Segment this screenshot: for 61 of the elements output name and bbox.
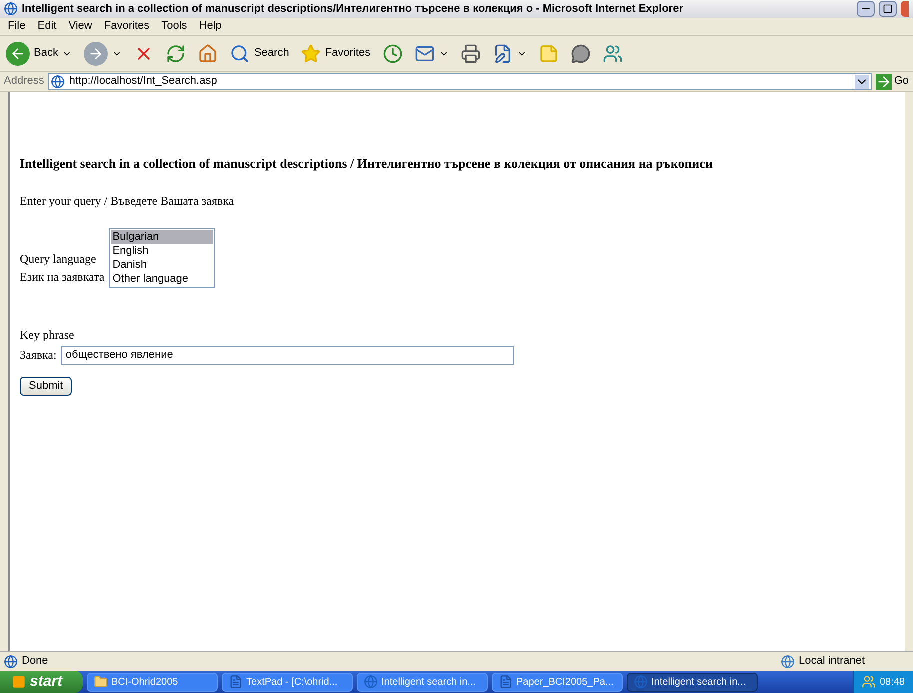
status-text: Done <box>22 654 50 670</box>
taskbar-button[interactable]: Paper_BCI2005_Pa... <box>492 672 623 692</box>
history-icon <box>382 44 403 64</box>
taskbar-button[interactable]: Intelligent search in... <box>626 672 758 692</box>
key-phrase-label: Key phrase <box>20 326 76 344</box>
language-option[interactable]: Bulgarian <box>110 230 213 244</box>
query-field[interactable]: обществено явление <box>60 346 514 364</box>
intro-text: Enter your query / Въведете Вашата заявка <box>20 192 236 210</box>
toolbar-button[interactable]: Back <box>4 42 74 66</box>
globe-icon <box>634 675 648 689</box>
globe-icon <box>4 2 18 16</box>
submit-button[interactable]: Submit <box>20 376 72 396</box>
zone-text: Local intranet <box>799 654 866 670</box>
address-field[interactable]: http://localhost/Int_Search.asp <box>48 73 872 90</box>
globe-icon <box>51 74 66 88</box>
document-icon <box>228 675 243 689</box>
refresh-icon <box>166 44 186 64</box>
note-icon <box>538 44 559 64</box>
dropdown-caret-icon[interactable] <box>855 74 870 88</box>
restore-icon <box>883 4 893 14</box>
people-icon <box>602 44 623 64</box>
query-label: Заявка: <box>20 347 57 364</box>
go-button[interactable]: Go <box>876 73 909 90</box>
minimize-button[interactable] <box>857 1 875 17</box>
language-listbox[interactable]: Bulgarian English Danish Other language <box>108 228 215 288</box>
menu-item[interactable]: View <box>68 18 92 35</box>
language-option[interactable]: Other language <box>110 272 213 286</box>
speech-bubble-icon <box>570 44 591 64</box>
menu-item[interactable]: File <box>8 18 26 35</box>
language-option[interactable]: Danish <box>110 258 213 272</box>
clock-text: 08:48 <box>880 676 905 690</box>
address-label: Address <box>4 74 44 90</box>
search-icon <box>230 44 250 64</box>
toolbar-button[interactable]: Favorites <box>299 44 373 64</box>
window-title: Intelligent search in a collection of manuscript descriptions/Интелигентно търсене в колекция о - Microsoft Internet Explorer <box>22 2 684 17</box>
taskbar-button[interactable]: Intelligent search in... <box>356 672 488 692</box>
close-button[interactable] <box>901 1 909 17</box>
document-icon <box>498 675 513 689</box>
taskbar-button[interactable]: BCI-Ohrid2005 <box>86 672 218 692</box>
globe-icon <box>4 654 18 668</box>
folder-icon <box>94 675 108 689</box>
taskbar-button[interactable]: TextPad - [C:\ohrid... <box>222 672 353 692</box>
star-icon <box>301 44 322 64</box>
tray-icon[interactable] <box>862 675 876 689</box>
page-heading: Intelligent search in a collection of manuscript descriptions / Интелигентно търсене в колекция от описания на ръкописи <box>20 155 714 173</box>
start-button[interactable]: start <box>0 671 83 693</box>
language-label: Query language <box>20 250 98 268</box>
edit-icon <box>492 44 513 64</box>
menu-item[interactable]: Help <box>199 18 222 35</box>
intranet-icon <box>781 654 795 668</box>
menu-item[interactable]: Tools <box>162 18 188 35</box>
menu-item[interactable]: Favorites <box>104 18 150 35</box>
restore-button[interactable] <box>879 1 897 17</box>
globe-icon <box>364 675 378 689</box>
mail-icon <box>414 44 435 64</box>
menu-item[interactable]: Edit <box>38 18 57 35</box>
language-option[interactable]: English <box>110 244 213 258</box>
toolbar-button[interactable]: Search <box>228 44 292 64</box>
printer-icon <box>460 44 481 64</box>
language-label: Език на заявката <box>20 268 105 286</box>
home-icon <box>198 44 218 64</box>
